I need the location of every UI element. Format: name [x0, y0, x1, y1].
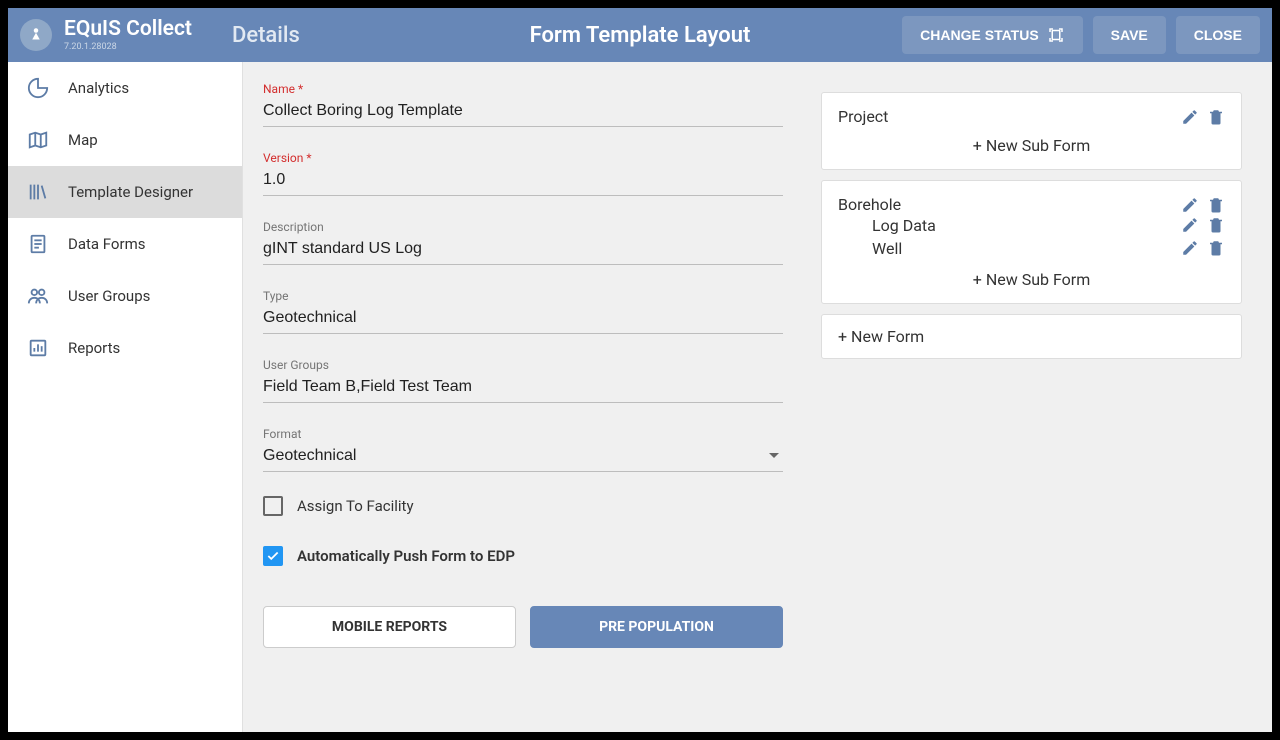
edit-icon[interactable] — [1181, 196, 1199, 214]
status-icon — [1047, 26, 1065, 44]
sidebar-label: User Groups — [68, 287, 150, 305]
project-title: Project — [838, 107, 888, 126]
layout-panel: Project + New Sub Form — [803, 62, 1272, 732]
delete-icon[interactable] — [1207, 196, 1225, 214]
sidebar: Analytics Map Template Designer Data For… — [8, 62, 243, 732]
name-label: Name — [263, 82, 783, 96]
edit-icon[interactable] — [1181, 239, 1199, 257]
assign-facility-label: Assign To Facility — [297, 497, 414, 515]
layout-title: Form Template Layout — [530, 23, 751, 48]
sidebar-item-user-groups[interactable]: User Groups — [8, 270, 242, 322]
delete-icon[interactable] — [1207, 216, 1225, 234]
save-button[interactable]: SAVE — [1093, 16, 1166, 54]
description-input[interactable] — [263, 234, 783, 265]
change-status-label: CHANGE STATUS — [920, 27, 1038, 43]
format-label: Format — [263, 427, 783, 441]
type-input[interactable] — [263, 303, 783, 334]
analytics-icon — [26, 76, 50, 100]
app-logo — [20, 19, 52, 51]
sidebar-item-reports[interactable]: Reports — [8, 322, 242, 374]
close-button[interactable]: CLOSE — [1176, 16, 1260, 54]
edit-icon[interactable] — [1181, 216, 1199, 234]
assign-facility-checkbox[interactable] — [263, 496, 283, 516]
form-card-borehole: Borehole Log Data — [821, 180, 1242, 304]
sidebar-label: Reports — [68, 339, 120, 357]
format-select[interactable] — [263, 441, 783, 472]
sidebar-label: Map — [68, 131, 98, 149]
details-panel: Name Version Description Type User Group… — [243, 62, 803, 732]
app-title: EQuIS Collect — [64, 18, 192, 41]
delete-icon[interactable] — [1207, 239, 1225, 257]
new-sub-form-borehole[interactable]: + New Sub Form — [838, 260, 1225, 289]
well-label[interactable]: Well — [872, 239, 902, 258]
name-input[interactable] — [263, 96, 783, 127]
type-label: Type — [263, 289, 783, 303]
usergroups-label: User Groups — [263, 358, 783, 372]
sidebar-item-analytics[interactable]: Analytics — [8, 62, 242, 114]
users-icon — [26, 284, 50, 308]
map-icon — [26, 128, 50, 152]
version-input[interactable] — [263, 165, 783, 196]
push-edp-checkbox[interactable] — [263, 546, 283, 566]
sidebar-item-data-forms[interactable]: Data Forms — [8, 218, 242, 270]
sidebar-item-template-designer[interactable]: Template Designer — [8, 166, 242, 218]
sidebar-label: Analytics — [68, 79, 129, 97]
usergroups-input[interactable] — [263, 372, 783, 403]
pre-population-button[interactable]: PRE POPULATION — [530, 606, 783, 648]
sidebar-label: Template Designer — [68, 183, 193, 201]
new-form-button[interactable]: + New Form — [821, 314, 1242, 359]
mobile-reports-button[interactable]: MOBILE REPORTS — [263, 606, 516, 648]
form-card-project: Project + New Sub Form — [821, 92, 1242, 170]
borehole-title: Borehole — [838, 195, 901, 214]
app-header: EQuIS Collect 7.20.1.28028 Details Form … — [8, 8, 1272, 62]
version-label: Version — [263, 151, 783, 165]
edit-icon[interactable] — [1181, 108, 1199, 126]
books-icon — [26, 180, 50, 204]
details-title: Details — [232, 23, 300, 48]
delete-icon[interactable] — [1207, 108, 1225, 126]
push-edp-label: Automatically Push Form to EDP — [297, 547, 515, 565]
app-version: 7.20.1.28028 — [64, 42, 192, 52]
change-status-button[interactable]: CHANGE STATUS — [902, 16, 1082, 54]
description-label: Description — [263, 220, 783, 234]
logdata-label[interactable]: Log Data — [872, 216, 936, 235]
form-icon — [26, 232, 50, 256]
sidebar-item-map[interactable]: Map — [8, 114, 242, 166]
sidebar-label: Data Forms — [68, 235, 145, 253]
new-sub-form-project[interactable]: + New Sub Form — [838, 126, 1225, 155]
reports-icon — [26, 336, 50, 360]
app-title-wrap: EQuIS Collect 7.20.1.28028 — [64, 18, 192, 51]
